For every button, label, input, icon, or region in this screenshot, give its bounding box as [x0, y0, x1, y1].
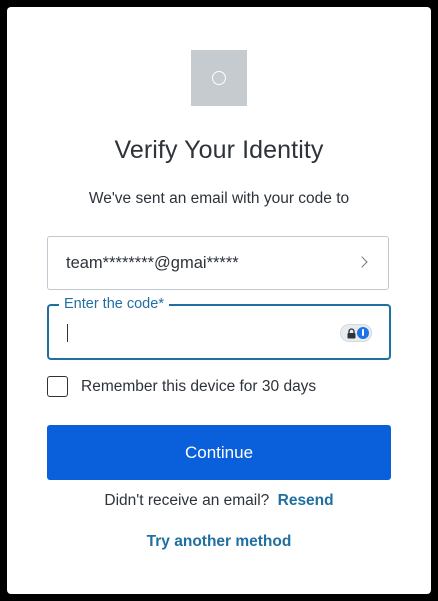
try-another-method-link[interactable]: Try another method	[147, 533, 292, 550]
remember-device-checkbox[interactable]	[47, 376, 68, 397]
text-caret	[67, 324, 68, 342]
chevron-right-icon	[356, 256, 368, 268]
lock-icon	[347, 328, 356, 339]
circle-placeholder-icon	[212, 71, 226, 85]
app-logo	[191, 50, 247, 106]
try-another-method-row: Try another method	[0, 533, 438, 551]
resend-row: Didn't receive an email? Resend	[0, 492, 438, 510]
remember-device-row: Remember this device for 30 days	[47, 376, 367, 398]
resend-prompt: Didn't receive an email?	[104, 492, 270, 509]
page-title: Verify Your Identity	[114, 136, 324, 164]
email-selector[interactable]: team********@gmai*****	[47, 236, 389, 290]
password-manager-icon	[357, 327, 369, 339]
continue-button[interactable]: Continue	[47, 425, 391, 480]
resend-link[interactable]: Resend	[278, 492, 334, 509]
email-value: team********@gmai*****	[66, 254, 239, 272]
code-field[interactable]: Enter the code*	[47, 295, 391, 360]
code-input[interactable]	[64, 318, 318, 348]
page-subtitle: We've sent an email with your code to	[88, 190, 350, 207]
remember-device-label[interactable]: Remember this device for 30 days	[81, 378, 316, 396]
password-manager-button[interactable]	[340, 324, 372, 342]
code-field-label: Enter the code*	[59, 295, 169, 313]
